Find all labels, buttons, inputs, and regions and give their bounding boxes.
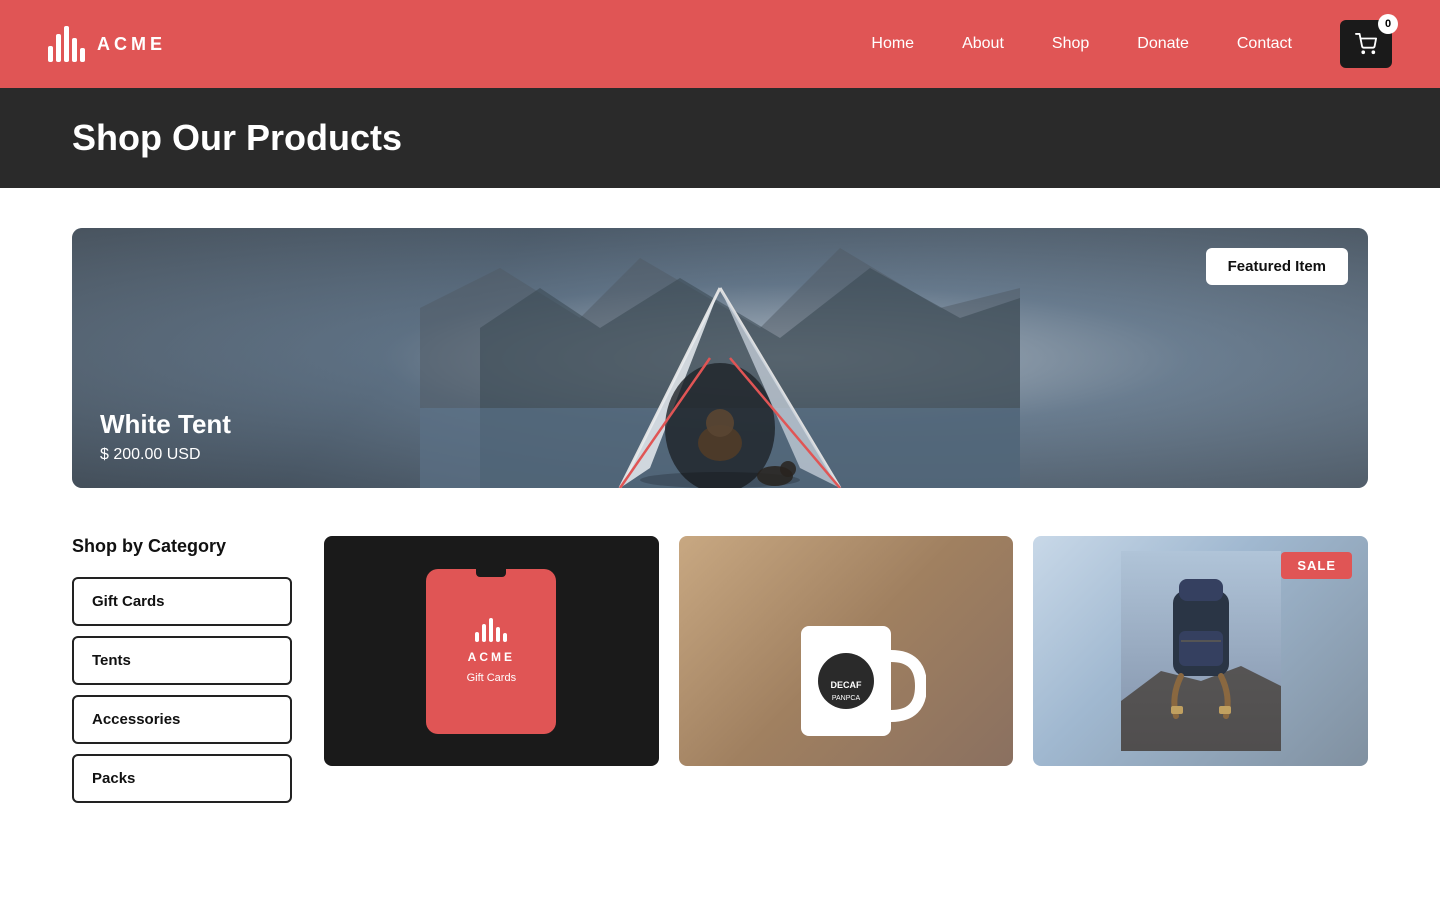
- tent-svg: [420, 228, 1020, 488]
- gc-bar-4: [496, 627, 500, 642]
- main-nav: Home About Shop Donate Contact 0: [871, 20, 1392, 68]
- nav-about[interactable]: About: [962, 35, 1004, 53]
- logo-bar-3: [64, 26, 69, 62]
- nav-home[interactable]: Home: [871, 35, 914, 53]
- gift-card-label: Gift Cards: [467, 672, 517, 684]
- mug-visual: DECAF PANPCA: [679, 536, 1014, 766]
- featured-price: $ 200.00 USD: [100, 446, 231, 464]
- sale-badge: SALE: [1281, 552, 1352, 579]
- category-tents[interactable]: Tents: [72, 636, 292, 685]
- page-title: Shop Our Products: [72, 117, 402, 159]
- featured-badge: Featured Item: [1206, 248, 1348, 285]
- category-gift-cards[interactable]: Gift Cards: [72, 577, 292, 626]
- gc-bar-1: [475, 632, 479, 642]
- logo-icon: [48, 26, 85, 62]
- gift-card-notch: [476, 561, 506, 577]
- featured-banner[interactable]: Featured Item White Tent $ 200.00 USD: [72, 228, 1368, 488]
- logo-bar-5: [80, 48, 85, 62]
- svg-text:PANPCA: PANPCA: [832, 695, 861, 702]
- category-accessories[interactable]: Accessories: [72, 695, 292, 744]
- tent-visual: [72, 228, 1368, 488]
- product-grid: ACME Gift Cards DECAF PANPCA: [324, 536, 1368, 766]
- logo-bar-1: [48, 46, 53, 62]
- gift-card-visual: ACME Gift Cards: [426, 569, 556, 734]
- lower-section: Shop by Category Gift Cards Tents Access…: [72, 536, 1368, 813]
- gift-card-logo: [475, 618, 507, 642]
- gc-bar-3: [489, 618, 493, 642]
- sidebar: Shop by Category Gift Cards Tents Access…: [72, 536, 292, 813]
- category-packs[interactable]: Packs: [72, 754, 292, 803]
- mug-svg: DECAF PANPCA: [766, 576, 926, 756]
- featured-info: White Tent $ 200.00 USD: [100, 409, 231, 464]
- nav-donate[interactable]: Donate: [1137, 35, 1189, 53]
- logo-text: ACME: [97, 34, 166, 55]
- cart-badge: 0: [1378, 14, 1398, 34]
- nav-contact[interactable]: Contact: [1237, 35, 1292, 53]
- gc-bar-2: [482, 624, 486, 642]
- product-card-pack[interactable]: SALE: [1033, 536, 1368, 766]
- nav-shop[interactable]: Shop: [1052, 35, 1089, 53]
- gc-bar-5: [503, 633, 507, 642]
- logo-area: ACME: [48, 26, 166, 62]
- product-card-gift-cards[interactable]: ACME Gift Cards: [324, 536, 659, 766]
- logo-bar-4: [72, 38, 77, 62]
- cart-button[interactable]: 0: [1340, 20, 1392, 68]
- sidebar-title: Shop by Category: [72, 536, 292, 557]
- product-card-mug[interactable]: DECAF PANPCA: [679, 536, 1014, 766]
- svg-text:DECAF: DECAF: [831, 680, 863, 690]
- pack-svg: [1121, 551, 1281, 751]
- featured-product-name: White Tent: [100, 409, 231, 440]
- cart-icon: [1355, 33, 1377, 55]
- main-content: Featured Item White Tent $ 200.00 USD Sh…: [0, 188, 1440, 853]
- site-header: ACME Home About Shop Donate Contact 0: [0, 0, 1440, 88]
- page-title-banner: Shop Our Products: [0, 88, 1440, 188]
- gift-card-brand: ACME: [468, 650, 515, 664]
- logo-bar-2: [56, 34, 61, 62]
